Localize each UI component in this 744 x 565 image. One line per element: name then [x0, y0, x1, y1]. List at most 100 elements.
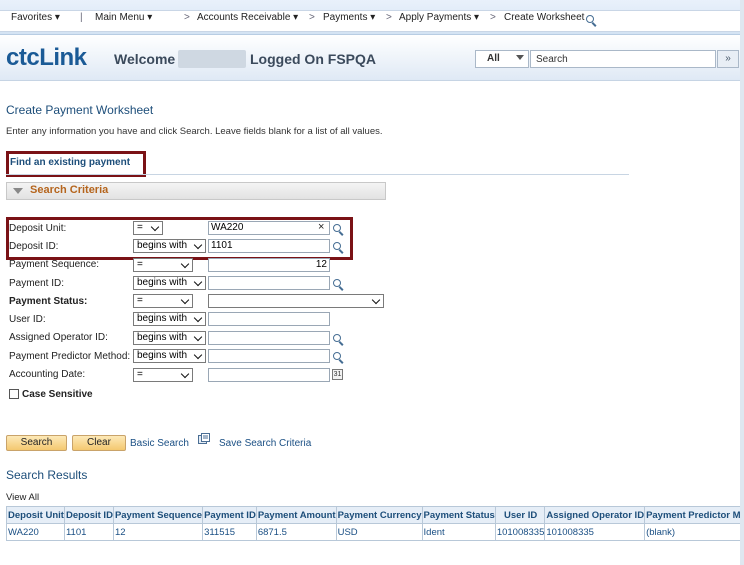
deposit-id-input[interactable]: 1101 — [208, 239, 330, 253]
accounting-date-operator[interactable]: = — [133, 368, 193, 382]
save-search-icon[interactable] — [198, 433, 210, 445]
breadcrumb-accounts-receivable[interactable]: Accounts Receivable ▾ — [197, 12, 298, 23]
column-header[interactable]: Deposit Unit — [6, 506, 65, 524]
chevron-down-icon — [192, 240, 205, 252]
user-id-label: User ID: — [9, 314, 46, 325]
global-search-input[interactable]: Search — [530, 50, 716, 68]
view-all-link[interactable]: View All — [6, 492, 39, 503]
collapse-triangle-icon[interactable] — [13, 188, 23, 194]
calendar-icon[interactable]: 31 — [332, 369, 343, 380]
breadcrumb-separator: > — [184, 12, 190, 23]
chevron-down-icon — [179, 369, 192, 381]
chevron-down-icon — [149, 222, 162, 234]
column-header[interactable]: Payment Sequence — [112, 506, 204, 524]
table-cell[interactable]: 101008335 — [544, 523, 646, 541]
payment-id-operator[interactable]: begins with — [133, 276, 206, 290]
deposit-unit-label: Deposit Unit: — [9, 223, 67, 234]
magnifier-icon — [586, 15, 594, 23]
column-header[interactable]: Payment Predictor Method — [644, 506, 744, 524]
table-cell[interactable]: 1101 — [63, 523, 114, 541]
column-header[interactable]: Payment Currency — [335, 506, 423, 524]
table-cell[interactable]: WA220 — [6, 523, 65, 541]
assigned-operator-id-operator[interactable]: begins with — [133, 331, 206, 345]
lookup-icon[interactable] — [333, 334, 343, 344]
redacted-username — [178, 50, 246, 68]
instructions-text: Enter any information you have and click… — [6, 126, 383, 137]
operator-value: = — [137, 259, 143, 270]
payment-status-select[interactable] — [208, 294, 384, 308]
nav-separator: | — [80, 12, 83, 23]
accounting-date-input[interactable] — [208, 368, 330, 382]
scrollbar-edge[interactable] — [740, 0, 744, 565]
breadcrumb-create-worksheet[interactable]: Create Worksheet — [504, 12, 584, 23]
welcome-text: Welcome — [114, 51, 176, 67]
chevron-down-icon — [516, 55, 524, 60]
lookup-icon[interactable] — [333, 224, 343, 234]
payment-sequence-input[interactable]: 12 — [208, 258, 330, 272]
deposit-unit-input[interactable]: WA220 — [208, 221, 330, 235]
payment-sequence-operator[interactable]: = — [133, 258, 193, 272]
lookup-icon[interactable] — [333, 242, 343, 252]
table-cell[interactable]: 101008335 — [494, 523, 546, 541]
table-cell[interactable]: 12 — [112, 523, 204, 541]
case-sensitive-label: Case Sensitive — [22, 389, 93, 400]
payment-status-operator[interactable]: = — [133, 294, 193, 308]
clear-field-icon[interactable]: × — [318, 221, 324, 233]
operator-value: begins with — [137, 350, 188, 361]
column-header[interactable]: Assigned Operator ID — [544, 506, 646, 524]
search-go-button[interactable]: » — [717, 50, 739, 68]
operator-value: begins with — [137, 277, 188, 288]
column-header[interactable]: Payment ID — [202, 506, 257, 524]
user-id-input[interactable] — [208, 312, 330, 326]
table-header-row: Deposit Unit Deposit ID Payment Sequence… — [6, 506, 744, 524]
favorites-label: Favorites — [11, 12, 53, 23]
payment-id-input[interactable] — [208, 276, 330, 290]
search-scope-value: All — [487, 53, 500, 64]
table-cell[interactable]: 6871.5 — [255, 523, 337, 541]
table-cell[interactable]: 311515 — [202, 523, 257, 541]
lookup-icon[interactable] — [333, 279, 343, 289]
user-id-operator[interactable]: begins with — [133, 312, 206, 326]
chevron-down-icon — [370, 295, 383, 307]
favorites-menu[interactable]: Favorites ▾ — [11, 12, 60, 23]
operator-value: = — [137, 295, 143, 306]
table-cell[interactable]: USD — [335, 523, 423, 541]
search-button[interactable]: Search — [6, 435, 67, 451]
ctclink-logo: ctcLink — [6, 44, 87, 71]
save-search-criteria-link[interactable]: Save Search Criteria — [219, 438, 311, 449]
deposit-unit-operator[interactable]: = — [133, 221, 163, 235]
chevron-down-icon — [192, 277, 205, 289]
operator-value: begins with — [137, 332, 188, 343]
clear-button[interactable]: Clear — [72, 435, 126, 451]
breadcrumb-apply-payments[interactable]: Apply Payments ▾ — [399, 12, 479, 23]
basic-search-link[interactable]: Basic Search — [130, 438, 189, 449]
assigned-operator-id-input[interactable] — [208, 331, 330, 345]
breadcrumb-separator: > — [309, 12, 315, 23]
column-header[interactable]: Payment Amount — [255, 506, 337, 524]
lookup-icon[interactable] — [333, 352, 343, 362]
column-header[interactable]: Payment Status — [421, 506, 496, 524]
chevron-down-icon — [179, 259, 192, 271]
breadcrumb-label: Accounts Receivable — [197, 12, 291, 23]
table-cell[interactable]: Ident — [421, 523, 496, 541]
table-row[interactable]: WA220 1101 12 311515 6871.5 USD Ident 10… — [6, 523, 744, 541]
payment-id-label: Payment ID: — [9, 278, 65, 289]
column-header[interactable]: User ID — [494, 506, 546, 524]
payment-status-label: Payment Status: — [9, 296, 88, 307]
search-criteria-label: Search Criteria — [30, 184, 109, 196]
page-title: Create Payment Worksheet — [6, 103, 154, 117]
column-header[interactable]: Deposit ID — [63, 506, 114, 524]
search-scope-select[interactable]: All — [475, 50, 529, 68]
case-sensitive-checkbox[interactable] — [9, 389, 19, 399]
breadcrumb-payments[interactable]: Payments ▾ — [323, 12, 375, 23]
table-cell[interactable]: (blank) — [644, 523, 744, 541]
tab-find-existing-payment[interactable]: Find an existing payment — [10, 157, 130, 168]
payment-predictor-method-input[interactable] — [208, 349, 330, 363]
payment-predictor-method-label: Payment Predictor Method: — [9, 351, 131, 362]
operator-value: = — [137, 369, 143, 380]
breadcrumb-label: Payments — [323, 12, 368, 23]
chevron-down-icon — [192, 332, 205, 344]
deposit-id-operator[interactable]: begins with — [133, 239, 206, 253]
main-menu[interactable]: Main Menu ▾ — [95, 12, 152, 23]
payment-predictor-method-operator[interactable]: begins with — [133, 349, 206, 363]
